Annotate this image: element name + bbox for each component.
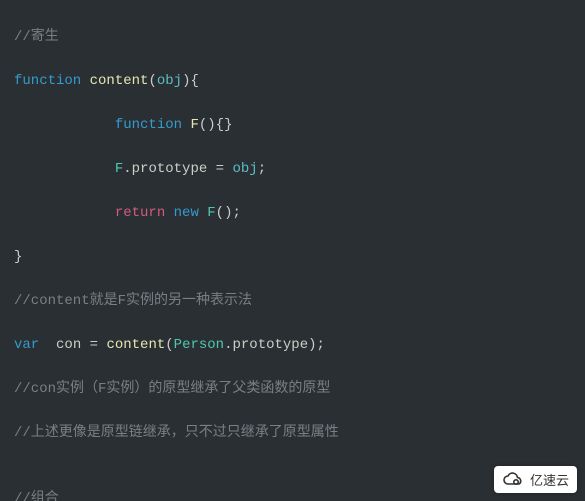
- cloud-icon: [502, 472, 524, 488]
- punct: .: [224, 337, 232, 353]
- ident-F: F: [199, 205, 216, 221]
- keyword-function: function: [14, 73, 81, 89]
- param: obj: [157, 73, 182, 89]
- code-line: }: [14, 246, 577, 268]
- fn-name: content: [81, 73, 148, 89]
- prop-prototype: prototype: [233, 337, 309, 353]
- punct: (: [148, 73, 156, 89]
- prop-prototype: prototype: [132, 161, 208, 177]
- indent: [14, 117, 115, 133]
- code-line: //组合: [14, 488, 577, 501]
- var-con: con: [39, 337, 89, 353]
- comment: //上述更像是原型链继承，只不过只继承了原型属性: [14, 425, 339, 441]
- ident-F: F: [115, 161, 123, 177]
- indent: [14, 161, 115, 177]
- punct: (: [165, 337, 173, 353]
- comment: //content就是F实例的另一种表示法: [14, 293, 252, 309]
- code-line: function F(){}: [14, 114, 577, 136]
- code-line: return new F();: [14, 202, 577, 224]
- code-line: //con实例（F实例）的原型继承了父类函数的原型: [14, 378, 577, 400]
- watermark-badge: 亿速云: [494, 466, 577, 493]
- code-line: F.prototype = obj;: [14, 158, 577, 180]
- code-line: var con = content(Person.prototype);: [14, 334, 577, 356]
- comment: //con实例（F实例）的原型继承了父类函数的原型: [14, 381, 330, 397]
- code-line: function content(obj){: [14, 70, 577, 92]
- punct: ();: [216, 205, 241, 221]
- punct: =: [207, 161, 232, 177]
- fn-call-content: content: [106, 337, 165, 353]
- keyword-new: new: [165, 205, 199, 221]
- punct: ){: [182, 73, 199, 89]
- punct: .: [123, 161, 131, 177]
- keyword-return: return: [115, 205, 165, 221]
- code-line: //上述更像是原型链继承，只不过只继承了原型属性: [14, 422, 577, 444]
- brace-close: }: [14, 249, 22, 265]
- comment: //寄生: [14, 29, 59, 45]
- ident-Person: Person: [174, 337, 224, 353]
- punct: (){}: [199, 117, 233, 133]
- keyword-function: function: [115, 117, 182, 133]
- indent: [14, 205, 115, 221]
- punct: ;: [258, 161, 266, 177]
- code-editor: //寄生 function content(obj){ function F()…: [0, 0, 585, 501]
- punct: );: [308, 337, 325, 353]
- keyword-var: var: [14, 337, 39, 353]
- comment: //组合: [14, 491, 59, 501]
- code-line: //寄生: [14, 26, 577, 48]
- fn-name: F: [182, 117, 199, 133]
- watermark-text: 亿速云: [530, 470, 569, 489]
- var-obj: obj: [232, 161, 257, 177]
- punct: =: [90, 337, 107, 353]
- code-line: //content就是F实例的另一种表示法: [14, 290, 577, 312]
